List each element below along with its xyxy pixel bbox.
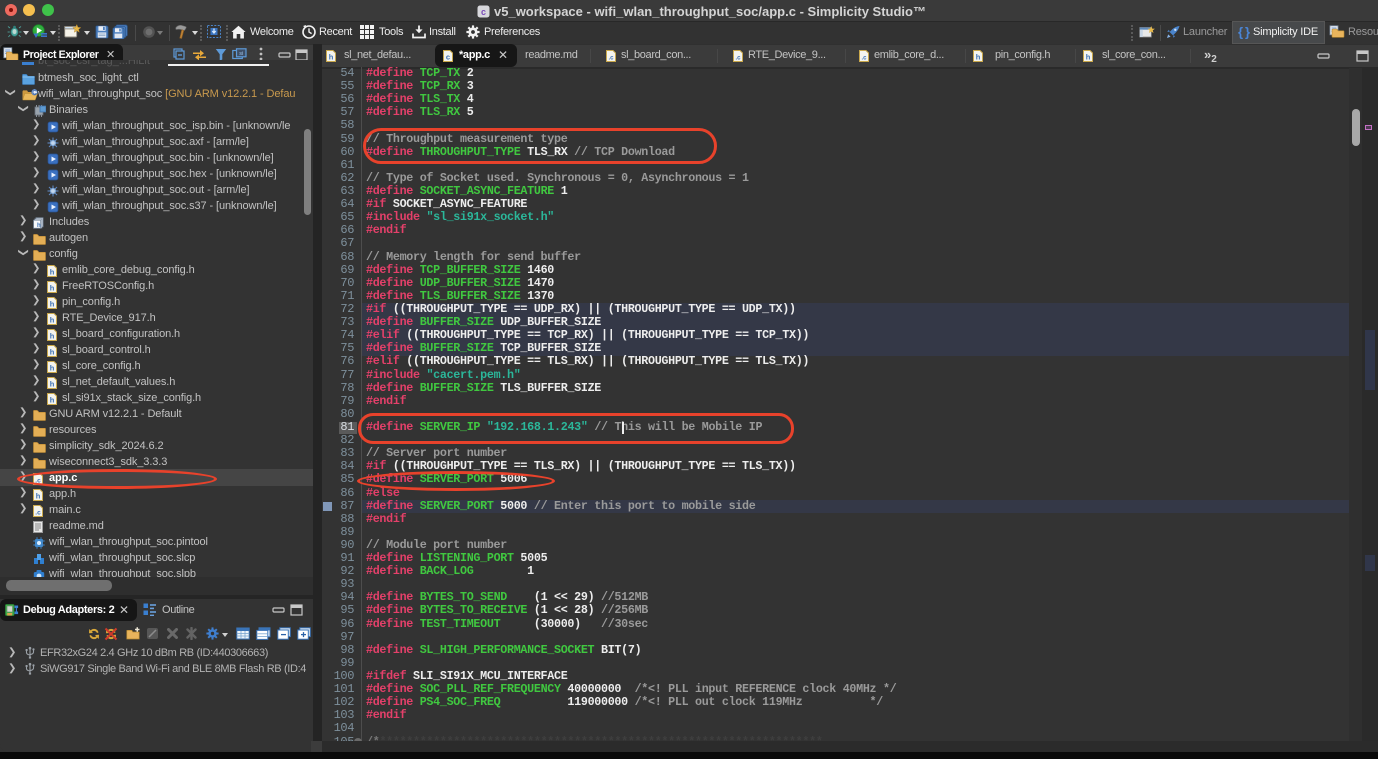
svg-text:h: h <box>50 331 55 340</box>
svg-text:c: c <box>446 52 450 61</box>
svg-text:}: } <box>1245 25 1250 39</box>
svg-text:C: C <box>32 90 37 97</box>
svg-text:h: h <box>50 267 55 276</box>
svg-text:si: si <box>239 51 243 57</box>
svg-text:.c: .c <box>35 509 41 516</box>
svg-text:h: h <box>50 315 55 324</box>
svg-text:h: h <box>50 379 55 388</box>
svg-text:h: h <box>50 299 55 308</box>
svg-text:{: { <box>1238 25 1243 39</box>
svg-text:h: h <box>976 52 981 61</box>
svg-text:h: h <box>50 347 55 356</box>
svg-text:h: h <box>37 223 41 229</box>
svg-text:h: h <box>1086 52 1091 61</box>
svg-text:h: h <box>50 283 55 292</box>
svg-text:.c: .c <box>735 55 741 61</box>
svg-text:c: c <box>481 7 486 17</box>
svg-text:h: h <box>50 363 55 372</box>
svg-text:.c: .c <box>861 55 867 61</box>
svg-text:h: h <box>50 395 55 404</box>
svg-text:h: h <box>36 491 41 500</box>
svg-text:h: h <box>329 52 334 61</box>
svg-text:.c: .c <box>608 55 614 61</box>
